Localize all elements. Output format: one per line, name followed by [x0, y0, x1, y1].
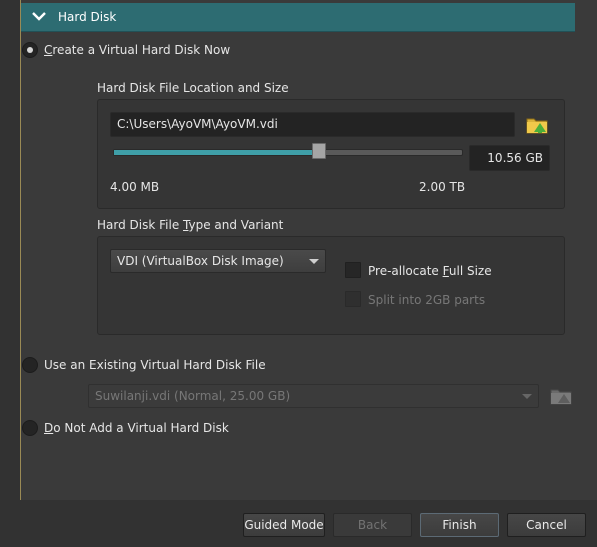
back-button[interactable]: Back [333, 513, 412, 537]
finish-button[interactable]: Finish [420, 513, 499, 537]
disk-size-field[interactable]: 10.56 GB [469, 145, 550, 171]
disk-size-slider-handle[interactable] [312, 143, 327, 159]
chevron-down-icon [32, 12, 46, 21]
type-title-suffix: ype and Variant [188, 218, 284, 232]
slider-min-label: 4.00 MB [110, 180, 160, 194]
disk-size-value: 10.56 GB [487, 151, 543, 165]
type-title-prefix: Hard Disk File [97, 218, 184, 232]
slider-max-label: 2.00 TB [419, 180, 466, 194]
preallocate-label[interactable]: Pre-allocate Full Size [368, 264, 492, 278]
create-new-disk-label[interactable]: Create a Virtual Hard Disk Now [44, 43, 230, 57]
section-title: Hard Disk [58, 10, 117, 24]
use-existing-disk-label[interactable]: Use an Existing Virtual Hard Disk File [44, 358, 266, 372]
no-disk-label[interactable]: Do Not Add a Virtual Hard Disk [44, 421, 229, 435]
cancel-button[interactable]: Cancel [507, 513, 586, 537]
folder-browse-icon[interactable] [550, 385, 572, 405]
disk-format-select[interactable]: VDI (VirtualBox Disk Image) [110, 249, 326, 273]
create-new-disk-radio[interactable] [22, 42, 38, 58]
disk-path-field[interactable]: C:\Users\AyoVM\AyoVM.vdi [110, 112, 515, 137]
existing-disk-value: Suwilanji.vdi (Normal, 25.00 GB) [95, 389, 291, 403]
no-disk-radio[interactable] [22, 420, 38, 436]
type-group-title: Hard Disk File Type and Variant [97, 218, 283, 232]
guided-mode-button[interactable]: Guided Mode [243, 513, 325, 537]
preallocate-prefix: Pre-allocate [368, 264, 443, 278]
create-new-disk-text: reate a Virtual Hard Disk Now [52, 43, 231, 57]
disk-size-slider-track[interactable] [113, 149, 463, 156]
disk-format-value: VDI (VirtualBox Disk Image) [117, 254, 284, 268]
preallocate-suffix: ull Size [448, 264, 492, 278]
split-checkbox[interactable] [345, 291, 361, 307]
chevron-down-icon [309, 259, 319, 264]
folder-browse-icon[interactable] [526, 114, 548, 134]
preallocate-checkbox[interactable] [345, 262, 361, 278]
existing-disk-select[interactable]: Suwilanji.vdi (Normal, 25.00 GB) [88, 384, 539, 408]
location-group-title: Hard Disk File Location and Size [97, 81, 289, 95]
split-label[interactable]: Split into 2GB parts [368, 293, 485, 307]
chevron-down-icon [522, 394, 532, 399]
disk-path-value: C:\Users\AyoVM\AyoVM.vdi [117, 117, 278, 131]
hard-disk-section-header[interactable]: Hard Disk [21, 3, 575, 32]
disk-size-slider-fill [114, 150, 320, 155]
no-disk-text: o Not Add a Virtual Hard Disk [53, 421, 229, 435]
use-existing-disk-radio[interactable] [22, 357, 38, 373]
